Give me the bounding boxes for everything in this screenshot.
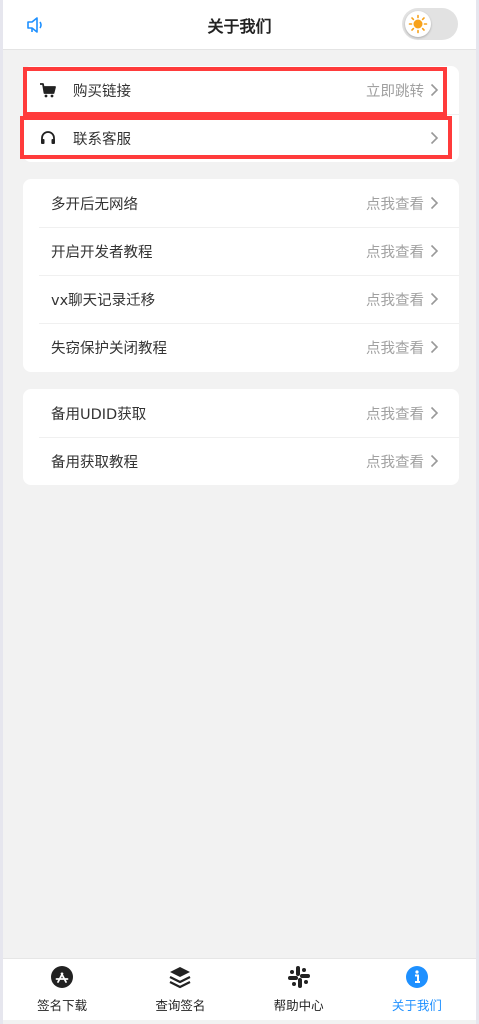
chevron-right-icon [430, 454, 439, 468]
chevron-right-icon [430, 340, 439, 354]
chevron-right-icon [430, 244, 439, 258]
guide-label: vx聊天记录迁移 [51, 292, 156, 309]
highlight-box-purchase [23, 67, 447, 116]
udid-row[interactable]: 备用UDID获取 点我查看 [23, 389, 459, 437]
guide-row[interactable]: 开启开发者教程 点我查看 [23, 227, 459, 275]
theme-toggle[interactable] [402, 8, 458, 40]
udid-label: 备用UDID获取 [51, 406, 147, 423]
tab-help-center[interactable]: 帮助中心 [240, 959, 358, 1020]
slack-icon [287, 966, 310, 988]
udid-action-text: 点我查看 [366, 406, 424, 423]
tab-query-sign[interactable]: 查询签名 [121, 959, 239, 1020]
udid-action: 点我查看 [366, 437, 439, 485]
chevron-right-icon [430, 406, 439, 420]
app-store-icon [51, 966, 74, 988]
guide-action: 点我查看 [366, 323, 439, 371]
highlight-box-service [20, 116, 452, 159]
udid-row[interactable]: 备用获取教程 点我查看 [23, 437, 459, 485]
guide-action: 点我查看 [366, 275, 439, 323]
guide-action-text: 点我查看 [366, 244, 424, 261]
sun-icon [408, 14, 428, 34]
top-bar: 关于我们 [3, 0, 476, 50]
tab-label: 帮助中心 [273, 998, 324, 1013]
guide-row[interactable]: 失窃保护关闭教程 点我查看 [23, 323, 459, 371]
guide-action-text: 点我查看 [366, 196, 424, 213]
udid-label: 备用获取教程 [51, 454, 138, 471]
guide-label: 失窃保护关闭教程 [51, 340, 167, 357]
guide-label: 多开后无网络 [51, 196, 138, 213]
info-icon [405, 966, 428, 988]
tab-label: 关于我们 [391, 998, 442, 1013]
tab-sign-download[interactable]: 签名下载 [3, 959, 121, 1020]
theme-toggle-knob [405, 11, 431, 37]
guide-action-text: 点我查看 [366, 340, 424, 357]
guide-row[interactable]: 多开后无网络 点我查看 [23, 179, 459, 227]
guide-label: 开启开发者教程 [51, 244, 153, 261]
udid-card: 备用UDID获取 点我查看 备用获取教程 点我查看 [23, 389, 459, 485]
chevron-right-icon [430, 292, 439, 306]
layers-icon [169, 967, 191, 989]
tab-about-us[interactable]: 关于我们 [358, 959, 476, 1020]
guide-action: 点我查看 [366, 179, 439, 227]
page-title: 关于我们 [207, 16, 272, 36]
chevron-right-icon [430, 196, 439, 210]
tab-label: 查询签名 [155, 998, 206, 1013]
tab-label: 签名下载 [37, 998, 88, 1013]
guide-row[interactable]: vx聊天记录迁移 点我查看 [23, 275, 459, 323]
udid-action-text: 点我查看 [366, 454, 424, 471]
udid-action: 点我查看 [366, 389, 439, 437]
guides-card: 多开后无网络 点我查看 开启开发者教程 点我查看 vx聊天记录迁移 点我查看 失… [23, 179, 459, 372]
bottom-tab-bar: 签名下载 查询签名 帮助中心 关于我们 [3, 958, 476, 1020]
speaker-icon[interactable] [25, 15, 45, 35]
guide-action: 点我查看 [366, 227, 439, 275]
guide-action-text: 点我查看 [366, 292, 424, 309]
